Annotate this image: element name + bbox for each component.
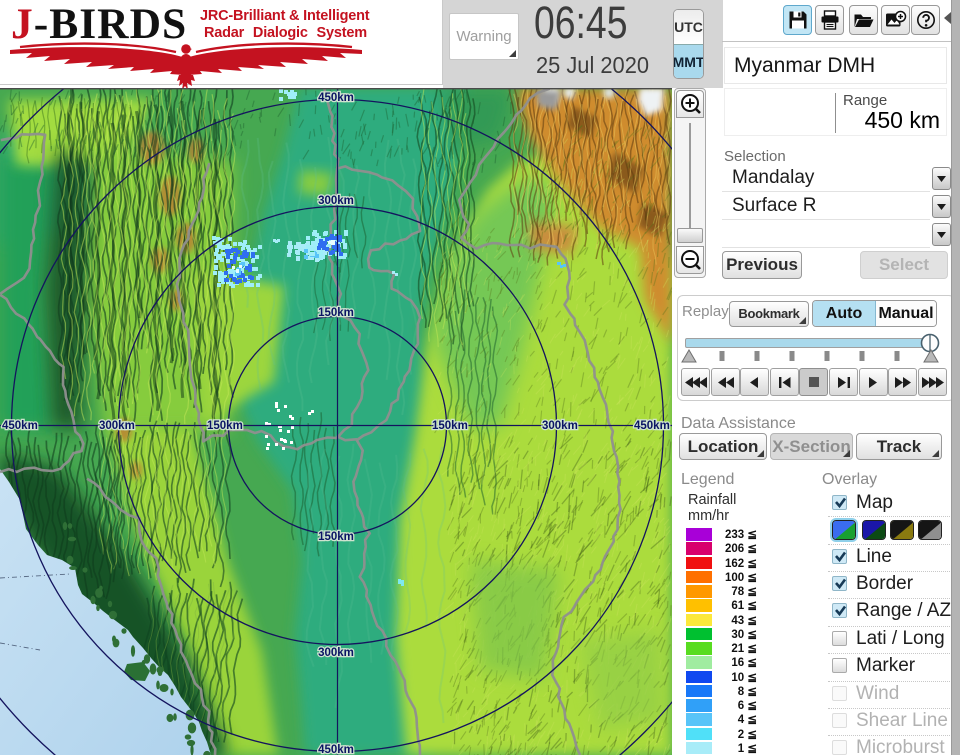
svg-text:150km: 150km xyxy=(432,420,468,432)
svg-text:150km: 150km xyxy=(207,420,243,432)
svg-text:450km: 450km xyxy=(2,420,38,432)
svg-text:300km: 300km xyxy=(318,647,354,659)
svg-text:300km: 300km xyxy=(318,195,354,207)
svg-text:450km: 450km xyxy=(634,420,670,432)
svg-text:450km: 450km xyxy=(318,744,354,755)
svg-text:450km: 450km xyxy=(318,92,354,104)
svg-text:300km: 300km xyxy=(99,420,135,432)
svg-text:300km: 300km xyxy=(542,420,578,432)
svg-text:150km: 150km xyxy=(318,531,354,543)
svg-text:150km: 150km xyxy=(318,307,354,319)
